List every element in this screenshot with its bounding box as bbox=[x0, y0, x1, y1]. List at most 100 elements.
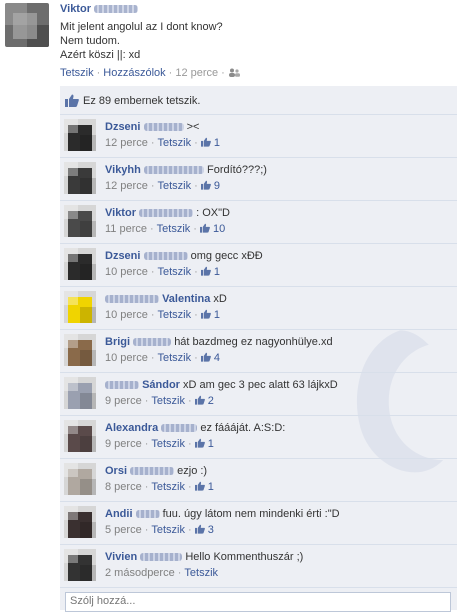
post-author-avatar[interactable] bbox=[5, 3, 49, 47]
like-thumb-icon bbox=[65, 94, 79, 107]
comment-text: omg gecc xÐÐ bbox=[190, 250, 263, 262]
comment-avatar[interactable] bbox=[64, 291, 96, 323]
comment-timestamp: 10 perce bbox=[105, 309, 148, 321]
comment-like-link[interactable]: Tetszik bbox=[151, 524, 185, 536]
comment-like-count[interactable]: 1 bbox=[208, 481, 214, 493]
post-comment-link[interactable]: Hozzászólok bbox=[103, 67, 165, 79]
comment-avatar[interactable] bbox=[64, 334, 96, 366]
comment-meta: 11 perce · Tetszik · 10 bbox=[105, 223, 226, 235]
comment-author[interactable]: Vikyhh bbox=[105, 164, 141, 176]
post-text-line: Nem tudom. bbox=[60, 35, 120, 47]
audience-icon[interactable] bbox=[228, 68, 240, 77]
like-thumb-icon[interactable] bbox=[194, 438, 205, 448]
comment-item: Dzseni >< 12 perce · Tetszik · 1 bbox=[60, 115, 457, 158]
like-thumb-icon[interactable] bbox=[200, 352, 211, 362]
comment-like-link[interactable]: Tetszik bbox=[151, 395, 185, 407]
comment-line: Valentina xD bbox=[105, 293, 227, 306]
comment-meta: 9 perce · Tetszik · 2 bbox=[105, 395, 214, 407]
comment-like-count[interactable]: 2 bbox=[208, 395, 214, 407]
comment-item: Valentina xD 10 perce · Tetszik · 1 bbox=[60, 287, 457, 330]
comment-meta: 9 perce · Tetszik · 1 bbox=[105, 438, 214, 450]
comment-timestamp: 8 perce bbox=[105, 481, 142, 493]
comment-avatar[interactable] bbox=[64, 549, 96, 581]
comment-author[interactable]: Orsi bbox=[105, 465, 127, 477]
comment-item: Dzseni omg gecc xÐÐ 10 perce · Tetszik · 1 bbox=[60, 244, 457, 287]
comment-author[interactable]: Dzseni bbox=[105, 250, 140, 262]
comment-like-count[interactable]: 9 bbox=[214, 180, 220, 192]
comment-text: hát bazdmeg ez nagyonhülye.xd bbox=[174, 336, 333, 348]
comment-author[interactable]: Vivien bbox=[105, 551, 137, 563]
comment-like-count[interactable]: 1 bbox=[214, 137, 220, 149]
comment-text: Hello Kommenthuszár ;) bbox=[185, 551, 304, 563]
comment-author[interactable]: Viktor bbox=[105, 207, 136, 219]
post-like-link[interactable]: Tetszik bbox=[60, 67, 94, 79]
comment-like-link[interactable]: Tetszik bbox=[151, 481, 185, 493]
comment-like-count[interactable]: 4 bbox=[214, 352, 220, 364]
comment-author[interactable]: Andii bbox=[105, 508, 133, 520]
comment-author[interactable]: Alexandra bbox=[105, 422, 158, 434]
comment-avatar[interactable] bbox=[64, 162, 96, 194]
comment-text: xD bbox=[213, 293, 227, 305]
comment-author[interactable]: Brigi bbox=[105, 336, 130, 348]
comment-like-link[interactable]: Tetszik bbox=[157, 223, 191, 235]
like-thumb-icon[interactable] bbox=[199, 223, 210, 233]
comment-avatar[interactable] bbox=[64, 248, 96, 280]
comment-like-link[interactable]: Tetszik bbox=[157, 137, 191, 149]
comment-like-count[interactable]: 1 bbox=[214, 266, 220, 278]
like-thumb-icon[interactable] bbox=[194, 524, 205, 534]
comment-timestamp: 9 perce bbox=[105, 438, 142, 450]
comment-like-link[interactable]: Tetszik bbox=[184, 567, 218, 579]
post-text: Mit jelent angolul az I dont know? Nem t… bbox=[60, 20, 223, 62]
comment-avatar[interactable] bbox=[64, 377, 96, 409]
comment-timestamp: 11 perce bbox=[105, 223, 147, 235]
post-text-line: Azért köszi ||: xd bbox=[60, 49, 141, 61]
likes-summary-text: Ez 89 embernek tetszik. bbox=[83, 95, 201, 107]
comment-timestamp: 10 perce bbox=[105, 266, 148, 278]
comment-author[interactable]: Sándor bbox=[142, 379, 180, 391]
comment-like-count[interactable]: 10 bbox=[213, 223, 225, 235]
comment-line: Viktor : OX"D bbox=[105, 207, 230, 220]
like-thumb-icon[interactable] bbox=[194, 481, 205, 491]
like-thumb-icon[interactable] bbox=[200, 137, 211, 147]
comment-item: Alexandra ez fáááját. A:S:D: 9 perce · Tets… bbox=[60, 416, 457, 459]
like-thumb-icon[interactable] bbox=[200, 180, 211, 190]
comment-like-count[interactable]: 1 bbox=[214, 309, 220, 321]
comment-input[interactable] bbox=[66, 593, 444, 609]
comment-avatar[interactable] bbox=[64, 119, 96, 151]
comment-like-count[interactable]: 3 bbox=[208, 524, 214, 536]
comment-text: >< bbox=[186, 121, 200, 133]
comment-avatar[interactable] bbox=[64, 205, 96, 237]
comment-line: Vikyhh Fordító???;) bbox=[105, 164, 267, 177]
comment-text: fuu. úgy látom nem mindenki érti :"D bbox=[162, 508, 340, 520]
comment-meta: 8 perce · Tetszik · 1 bbox=[105, 481, 214, 493]
comment-like-link[interactable]: Tetszik bbox=[157, 180, 191, 192]
comment-avatar[interactable] bbox=[64, 506, 96, 538]
comment-like-link[interactable]: Tetszik bbox=[151, 438, 185, 450]
comment-meta: 2 másodperce · Tetszik bbox=[105, 567, 219, 579]
like-thumb-icon[interactable] bbox=[200, 266, 211, 276]
comment-item: Vivien Hello Kommenthuszár ;) 2 másodperc… bbox=[60, 545, 457, 588]
like-thumb-icon[interactable] bbox=[194, 395, 205, 405]
comment-timestamp: 12 perce bbox=[105, 137, 148, 149]
comment-timestamp: 2 másodperce bbox=[105, 567, 175, 579]
comment-avatar[interactable] bbox=[64, 420, 96, 452]
comment-item: Vikyhh Fordító???;) 12 perce · Tetszik · 9 bbox=[60, 158, 457, 201]
likes-summary[interactable]: Ez 89 embernek tetszik. bbox=[60, 86, 457, 115]
comment-line: Vivien Hello Kommenthuszár ;) bbox=[105, 551, 303, 564]
comment-like-link[interactable]: Tetszik bbox=[157, 352, 191, 364]
comment-avatar[interactable] bbox=[64, 463, 96, 495]
comment-like-link[interactable]: Tetszik bbox=[157, 309, 191, 321]
comment-text: xD am gec 3 pec alatt 63 lájkxD bbox=[183, 379, 338, 391]
like-thumb-icon[interactable] bbox=[200, 309, 211, 319]
comment-author[interactable]: Dzseni bbox=[105, 121, 140, 133]
comment-author[interactable]: Valentina bbox=[162, 293, 210, 305]
comment-timestamp: 10 perce bbox=[105, 352, 148, 364]
comment-text: ezjo :) bbox=[177, 465, 208, 477]
comment-like-link[interactable]: Tetszik bbox=[157, 266, 191, 278]
comment-item: Sándor xD am gec 3 pec alatt 63 lájkxD 9 … bbox=[60, 373, 457, 416]
comment-like-count[interactable]: 1 bbox=[208, 438, 214, 450]
comment-section: Ez 89 embernek tetszik. Dzseni >< 12 perc… bbox=[60, 86, 457, 612]
reply-box[interactable] bbox=[65, 592, 451, 612]
comment-meta: 10 perce · Tetszik · 1 bbox=[105, 266, 220, 278]
post-author-name[interactable]: Viktor bbox=[60, 3, 139, 15]
